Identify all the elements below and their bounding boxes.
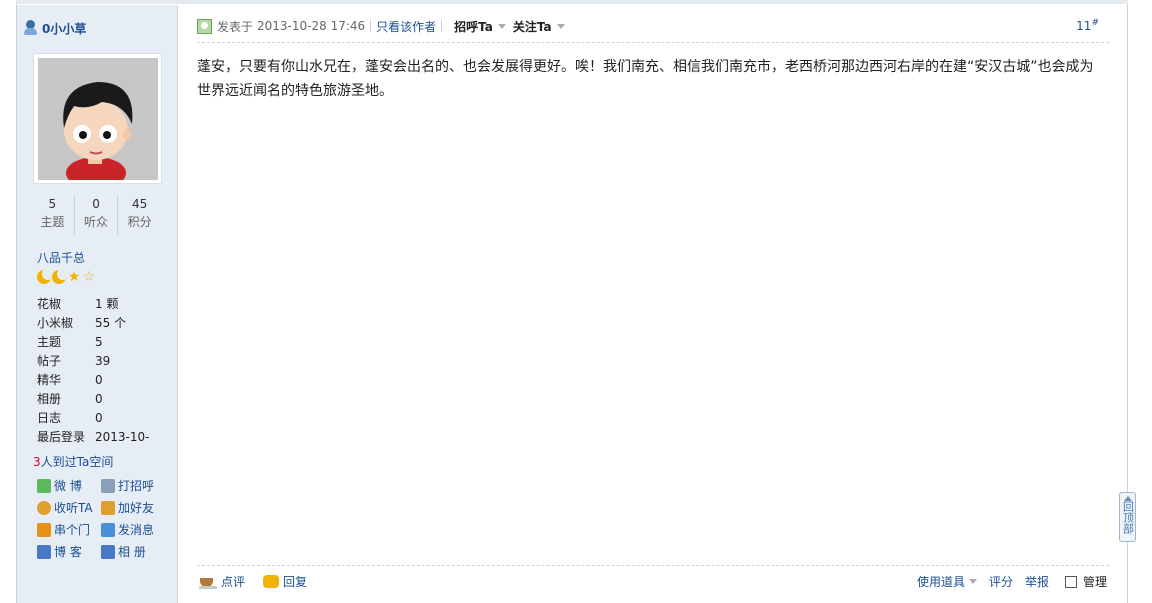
coffee-icon <box>199 575 217 589</box>
info-row: 相册 0 <box>37 392 103 406</box>
footer-divider <box>197 565 1109 566</box>
posted-label: 发表于 <box>217 19 254 34</box>
report-button[interactable]: 举报 <box>1025 573 1049 590</box>
album-icon <box>101 544 115 559</box>
wave-icon <box>101 478 115 493</box>
floor-number[interactable]: 11# <box>1076 18 1099 33</box>
user-icon <box>23 20 38 36</box>
star-icon: ☆ <box>82 269 96 285</box>
message-icon <box>101 522 115 537</box>
rank-stars: ★ ☆ <box>37 270 96 284</box>
weibo-icon <box>37 478 51 493</box>
visit-link[interactable]: 串个门 <box>37 521 101 538</box>
author-sidebar: 0小小草 5 主题 0 听众 45 积分 八品千总 ★ ☆ 花椒 1 颗 小米椒… <box>17 5 178 603</box>
space-visitors-link[interactable]: 3人到过Ta空间 <box>33 453 113 470</box>
follow-dropdown[interactable]: 关注Ta <box>513 18 565 35</box>
divider <box>441 20 443 32</box>
info-row: 最后登录 2013-10- <box>37 430 150 444</box>
rank-title[interactable]: 八品千总 <box>37 249 85 266</box>
info-row: 日志 0 <box>37 411 103 425</box>
info-row: 主题 5 <box>37 335 103 349</box>
info-row: 花椒 1 颗 <box>37 297 119 311</box>
blog-icon <box>37 544 51 559</box>
stat-points[interactable]: 45 积分 <box>117 195 161 235</box>
info-row: 小米椒 55 个 <box>37 316 127 330</box>
stat-listeners[interactable]: 0 听众 <box>73 195 118 235</box>
online-status-icon <box>197 18 212 34</box>
chevron-down-icon <box>497 23 506 29</box>
posted-time: 2013-10-28 17:46 <box>257 19 366 33</box>
post-header: 发表于 2013-10-28 17:46 只看该作者 招呼Ta 关注Ta 11# <box>197 16 1109 36</box>
author-name-link[interactable]: 0小小草 <box>42 20 86 37</box>
manage-checkbox[interactable] <box>1064 575 1077 588</box>
header-divider <box>197 42 1109 43</box>
album-link[interactable]: 相 册 <box>101 543 171 560</box>
comment-button[interactable]: 点评 <box>221 573 245 590</box>
greet-link[interactable]: 打招呼 <box>101 477 171 494</box>
post-footer: 点评 回复 使用道具 评分 举报 管理 <box>197 573 1109 593</box>
chevron-down-icon <box>556 23 565 29</box>
send-message-link[interactable]: 发消息 <box>101 521 171 538</box>
moon-icon <box>37 270 51 284</box>
author-row: 0小小草 <box>23 19 86 37</box>
stat-topics[interactable]: 5 主题 <box>31 195 74 235</box>
author-actions: 微 博 打招呼 收听TA 加好友 串个门 发消息 博 客 相 册 <box>37 477 177 560</box>
info-row: 帖子 39 <box>37 354 111 368</box>
add-friend-icon <box>101 500 115 515</box>
reply-icon <box>263 575 280 588</box>
use-tools-dropdown[interactable]: 使用道具 <box>917 573 977 590</box>
reply-button[interactable]: 回复 <box>283 573 307 590</box>
author-info: 花椒 1 颗 小米椒 55 个 主题 5 帖子 39 精华 0 相册 0 日志 0 最后登录 2… <box>37 295 177 447</box>
avatar-frame[interactable] <box>33 53 162 184</box>
home-icon <box>37 522 51 537</box>
chevron-down-icon <box>968 579 977 584</box>
greet-dropdown[interactable]: 招呼Ta <box>454 18 506 35</box>
post-content: 蓬安，只要有你山水兄在，蓬安会出名的、也会发展得更好。唉！我们南充、相信我们南充… <box>197 59 1094 99</box>
back-to-top-button[interactable]: 回顶部 <box>1119 492 1136 542</box>
only-author-link[interactable]: 只看该作者 <box>376 18 436 35</box>
moon-icon <box>52 270 66 284</box>
star-icon: ★ <box>67 269 81 285</box>
author-stats: 5 主题 0 听众 45 积分 <box>31 195 161 235</box>
listen-link[interactable]: 收听TA <box>37 499 101 516</box>
manage-label: 管理 <box>1082 575 1107 589</box>
divider <box>370 20 372 32</box>
add-friend-link[interactable]: 加好友 <box>101 499 171 516</box>
blog-link[interactable]: 博 客 <box>37 543 101 560</box>
avatar[interactable] <box>38 58 158 180</box>
info-row: 精华 0 <box>37 373 103 387</box>
rate-button[interactable]: 评分 <box>989 573 1013 590</box>
weibo-link[interactable]: 微 博 <box>37 477 101 494</box>
listen-icon <box>37 500 51 515</box>
